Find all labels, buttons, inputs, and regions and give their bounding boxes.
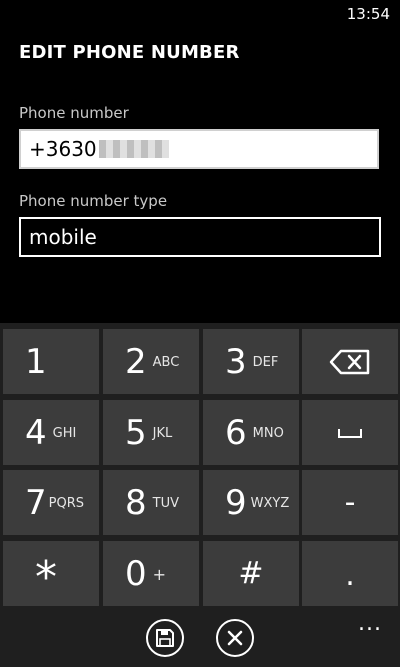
space-key[interactable] [302, 400, 398, 465]
dash-key[interactable]: - [302, 470, 398, 535]
key-5[interactable]: 5 JKL [103, 400, 199, 465]
key-hash[interactable]: # [203, 541, 299, 606]
phone-number-value: +3630 [29, 137, 97, 161]
close-icon [227, 630, 243, 646]
key-7[interactable]: 7 PQRS [3, 470, 99, 535]
phone-type-select[interactable]: mobile [19, 217, 381, 257]
page-title: EDIT PHONE NUMBER [19, 42, 240, 63]
phone-number-input[interactable]: +3630 [19, 129, 379, 169]
key-4[interactable]: 4 GHI [3, 400, 99, 465]
key-star[interactable]: * [3, 541, 99, 606]
save-button[interactable] [146, 619, 184, 657]
status-bar: 13:54 [0, 0, 400, 32]
numeric-keypad: 1 2 ABC 3 DEF 4 GHI 5 JKL 6 MNO 7 PQRS 8 [0, 323, 400, 613]
status-time: 13:54 [346, 5, 390, 23]
more-options-button[interactable]: ... [358, 611, 382, 636]
phone-type-label: Phone number type [19, 192, 168, 210]
redacted-digits [98, 140, 169, 158]
key-1[interactable]: 1 [3, 329, 99, 394]
key-9[interactable]: 9 WXYZ [203, 470, 299, 535]
backspace-key[interactable] [302, 329, 398, 394]
phone-type-value: mobile [29, 225, 97, 249]
key-3[interactable]: 3 DEF [203, 329, 299, 394]
save-icon [156, 629, 174, 647]
key-8[interactable]: 8 TUV [103, 470, 199, 535]
app-bar: ... [0, 611, 400, 667]
cancel-button[interactable] [216, 619, 254, 657]
space-icon [338, 428, 362, 438]
key-0[interactable]: 0 + [103, 541, 199, 606]
key-2[interactable]: 2 ABC [103, 329, 199, 394]
key-6[interactable]: 6 MNO [203, 400, 299, 465]
dot-key[interactable]: . [302, 541, 398, 606]
backspace-icon [329, 349, 370, 374]
phone-number-label: Phone number [19, 104, 129, 122]
